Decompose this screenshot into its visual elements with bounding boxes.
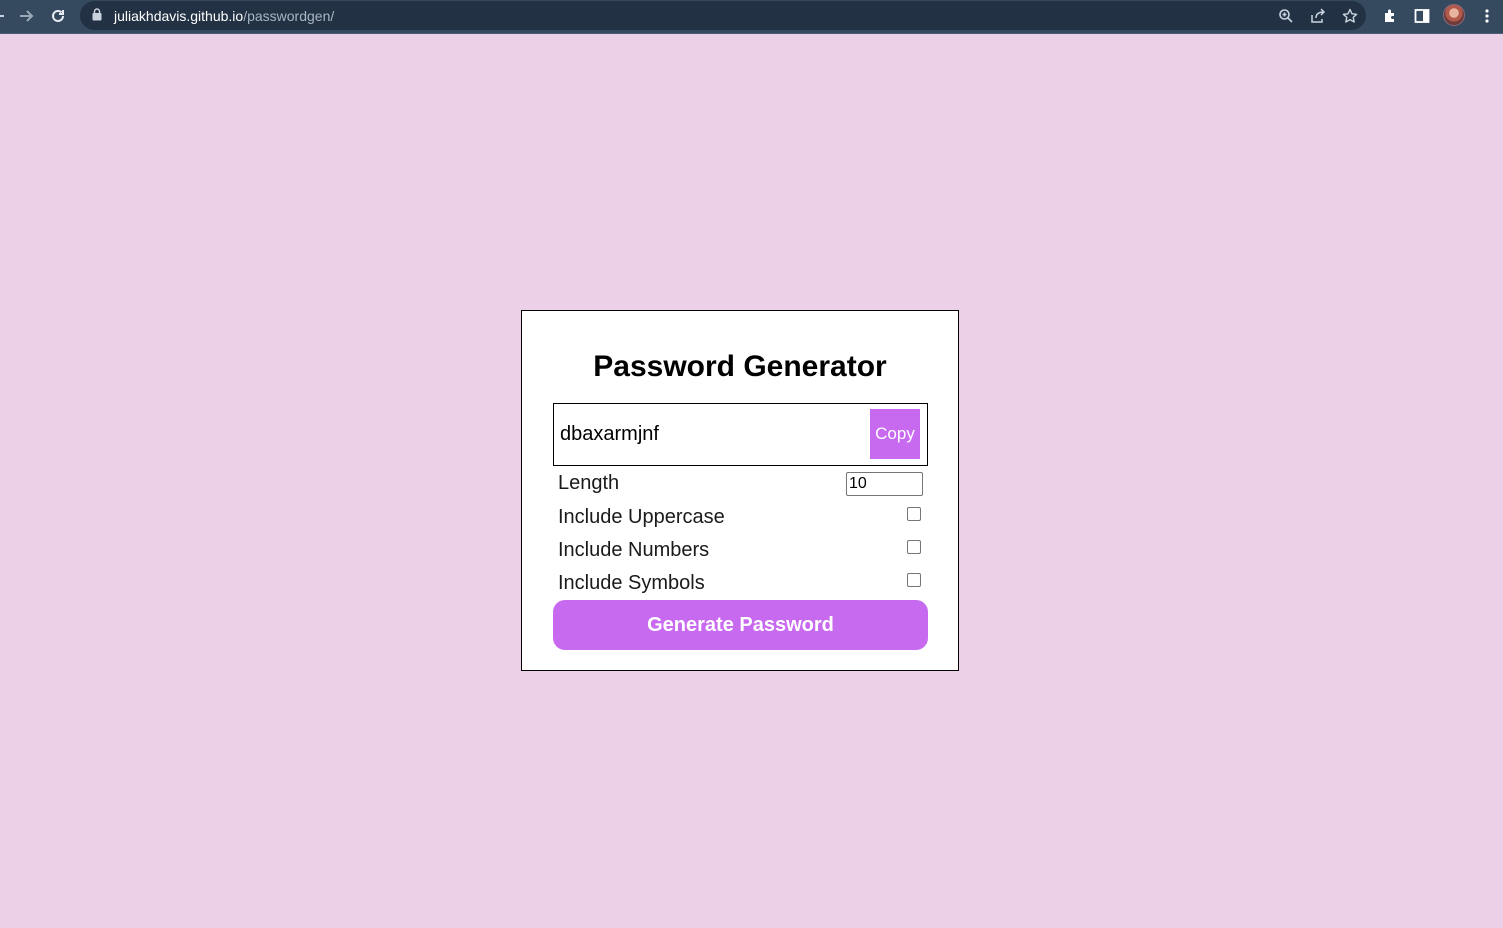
address-bar[interactable]: juliakhdavis.github.io/passwordgen/ — [80, 1, 1366, 30]
password-generator-card: Password Generator dbaxarmjnf Copy Lengt… — [521, 310, 959, 671]
length-label: Length — [558, 472, 620, 494]
zoom-icon[interactable] — [1276, 6, 1296, 26]
copy-button[interactable]: Copy — [870, 409, 920, 459]
side-panel-icon[interactable] — [1411, 5, 1433, 27]
generate-password-button[interactable]: Generate Password — [553, 600, 928, 650]
page-title: Password Generator — [593, 350, 887, 383]
option-row-uppercase: Include Uppercase — [558, 504, 924, 534]
option-row-symbols: Include Symbols — [558, 570, 924, 600]
url-text: juliakhdavis.github.io/passwordgen/ — [114, 8, 334, 24]
forward-icon[interactable] — [14, 4, 38, 28]
share-icon[interactable] — [1308, 6, 1328, 26]
symbols-label: Include Symbols — [558, 572, 705, 594]
numbers-checkbox[interactable] — [907, 540, 921, 554]
password-output-box: dbaxarmjnf Copy — [553, 403, 928, 466]
url-host: juliakhdavis.github.io — [114, 8, 244, 24]
more-menu-icon[interactable] — [1476, 5, 1498, 27]
back-icon[interactable] — [0, 4, 10, 28]
browser-toolbar: juliakhdavis.github.io/passwordgen/ — [0, 0, 1503, 34]
lock-icon[interactable] — [92, 8, 102, 26]
profile-avatar[interactable] — [1443, 4, 1465, 26]
symbols-checkbox[interactable] — [907, 573, 921, 587]
length-row: Length — [558, 472, 924, 502]
reload-icon[interactable] — [46, 4, 70, 28]
uppercase-label: Include Uppercase — [558, 506, 725, 528]
option-row-numbers: Include Numbers — [558, 537, 924, 567]
url-path: /passwordgen/ — [243, 8, 335, 24]
password-output[interactable]: dbaxarmjnf — [560, 422, 659, 446]
bookmark-star-icon[interactable] — [1340, 6, 1360, 26]
uppercase-checkbox[interactable] — [907, 507, 921, 521]
numbers-label: Include Numbers — [558, 539, 710, 561]
extensions-puzzle-icon[interactable] — [1379, 5, 1401, 27]
length-input[interactable] — [846, 472, 923, 496]
